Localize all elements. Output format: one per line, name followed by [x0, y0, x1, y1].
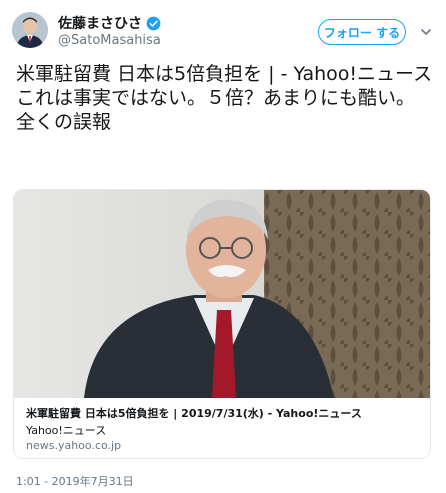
verified-badge-icon [146, 16, 161, 30]
card-title: 米軍駐留費 日本は5倍負担を | 2019/7/31(水) - Yahoo!ニュ… [26, 407, 362, 420]
avatar-photo [12, 12, 48, 48]
link-preview-card[interactable]: 米軍駐留費 日本は5倍負担を | 2019/7/31(水) - Yahoo!ニュ… [13, 189, 431, 459]
tweet-timestamp[interactable]: 1:01 - 2019年7月31日 [16, 473, 134, 489]
author-name-text[interactable]: 佐藤まさひさ [58, 13, 142, 33]
card-domain: news.yahoo.co.jp [26, 439, 122, 452]
tweet-line-2: これは事実ではない。５倍？あまりにも酷い。 [16, 87, 416, 109]
follow-button[interactable]: フォロー する [318, 19, 406, 45]
author-handle[interactable]: @SatoMasahisa [58, 33, 161, 48]
card-image [14, 190, 430, 398]
chevron-down-icon[interactable] [420, 26, 432, 38]
tweet-line-1: 米軍駐留費 日本は5倍負担を | - Yahoo!ニュース [16, 63, 433, 85]
card-description: Yahoo!ニュース [26, 424, 107, 437]
author-name[interactable]: 佐藤まさひさ [58, 13, 161, 33]
author-avatar[interactable] [12, 12, 48, 48]
tweet-text: 米軍駐留費 日本は5倍負担を | - Yahoo!ニュース これは事実ではない。… [16, 62, 434, 134]
tweet-line-3: 全くの誤報 [16, 111, 112, 133]
